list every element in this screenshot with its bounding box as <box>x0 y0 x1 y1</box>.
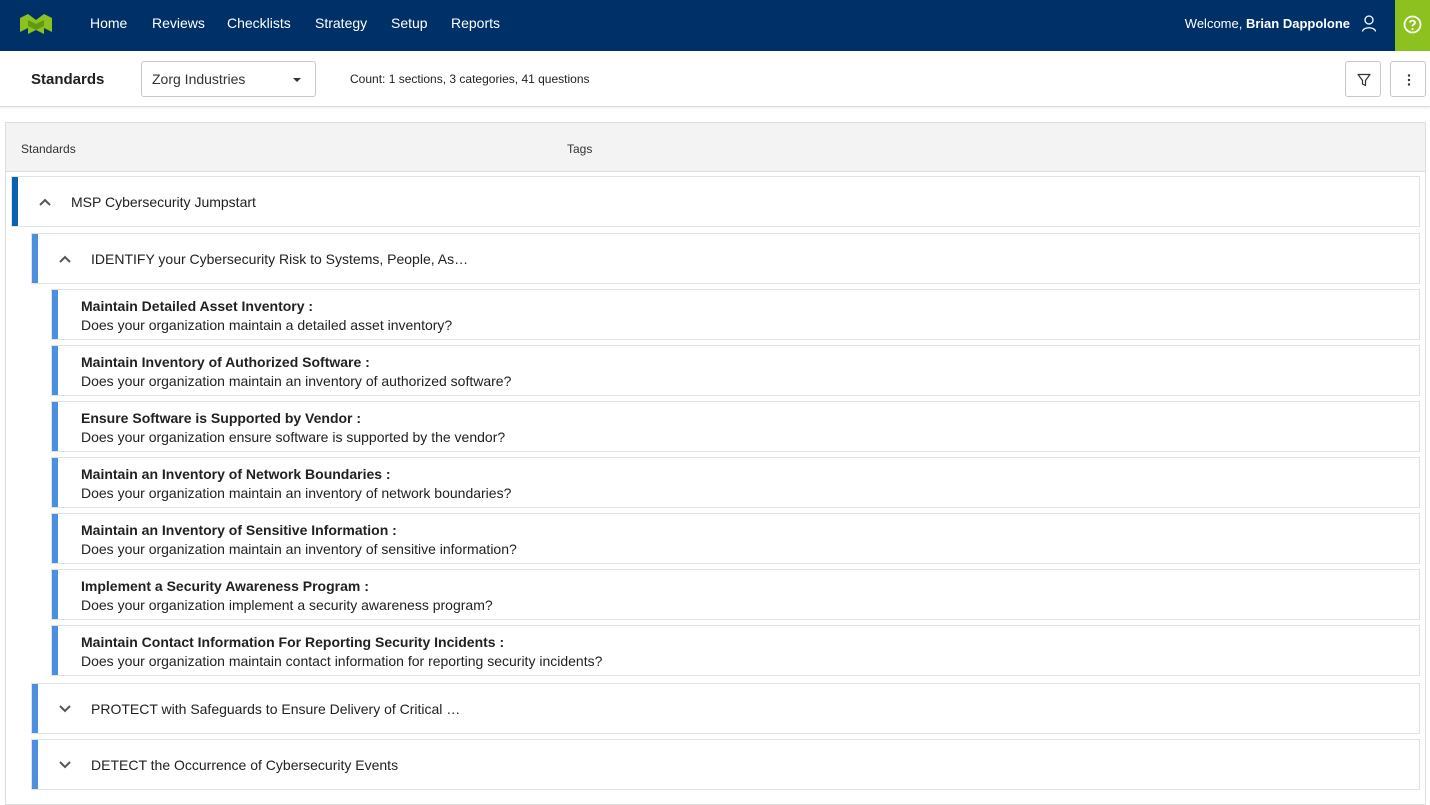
nav-home[interactable]: Home <box>90 15 127 31</box>
section-label: MSP Cybersecurity Jumpstart <box>71 194 256 210</box>
caret-down-icon <box>293 78 301 82</box>
question-indicator <box>52 290 58 339</box>
top-navigation-bar: Home Reviews Checklists Strategy Setup R… <box>0 0 1430 51</box>
question-text: Does your organization ensure software i… <box>81 429 506 445</box>
question-row[interactable]: Maintain an Inventory of Sensitive Infor… <box>51 513 1420 564</box>
question-title: Maintain an Inventory of Network Boundar… <box>81 466 391 482</box>
category-label: DETECT the Occurrence of Cybersecurity E… <box>91 757 399 773</box>
question-title: Maintain Inventory of Authorized Softwar… <box>81 354 370 370</box>
client-select[interactable]: Zorg Industries <box>141 61 316 97</box>
category-label: IDENTIFY your Cybersecurity Risk to Syst… <box>91 251 469 267</box>
nav-checklists[interactable]: Checklists <box>227 15 291 31</box>
help-button[interactable] <box>1395 0 1430 51</box>
more-options-button[interactable] <box>1390 61 1426 97</box>
question-indicator <box>52 402 58 451</box>
category-label: PROTECT with Safeguards to Ensure Delive… <box>91 701 461 717</box>
chevron-down-icon[interactable] <box>58 704 72 714</box>
question-title: Maintain an Inventory of Sensitive Infor… <box>81 522 397 538</box>
page-toolbar: Standards Zorg Industries Count: 1 secti… <box>0 51 1430 107</box>
count-label: Count: <box>350 72 386 86</box>
section-indicator <box>12 177 18 226</box>
user-name[interactable]: Brian Dappolone <box>1246 16 1350 31</box>
page-title: Standards <box>31 71 105 88</box>
table-header: Standards Tags <box>6 123 1425 172</box>
column-header-tags[interactable]: Tags <box>567 142 592 156</box>
question-title: Maintain Detailed Asset Inventory : <box>81 298 314 314</box>
column-header-standards[interactable]: Standards <box>21 142 76 156</box>
category-row[interactable]: IDENTIFY your Cybersecurity Risk to Syst… <box>31 233 1420 284</box>
chevron-up-icon[interactable] <box>38 197 52 207</box>
nav-reports[interactable]: Reports <box>451 15 500 31</box>
question-indicator <box>52 514 58 563</box>
count-value: 1 sections, 3 categories, 41 questions <box>388 72 590 86</box>
help-icon <box>1403 15 1422 34</box>
question-row[interactable]: Maintain Contact Information For Reporti… <box>51 625 1420 676</box>
more-vertical-icon <box>1407 74 1411 86</box>
question-text: Does your organization implement a secur… <box>81 597 493 613</box>
category-indicator <box>32 234 38 283</box>
question-row[interactable]: Ensure Software is Supported by Vendor :… <box>51 401 1420 452</box>
question-row[interactable]: Maintain Detailed Asset Inventory : Does… <box>51 289 1420 340</box>
question-text: Does your organization maintain an inven… <box>81 373 512 389</box>
question-text: Does your organization maintain contact … <box>81 653 603 669</box>
question-indicator <box>52 626 58 675</box>
welcome-prefix: Welcome, <box>1184 16 1243 31</box>
user-icon[interactable] <box>1361 15 1377 32</box>
category-indicator <box>32 684 38 733</box>
filter-button[interactable] <box>1345 61 1381 97</box>
nav-strategy[interactable]: Strategy <box>315 15 367 31</box>
category-indicator <box>32 740 38 789</box>
question-indicator <box>52 458 58 507</box>
filter-icon <box>1357 73 1371 87</box>
count-summary: Count: 1 sections, 3 categories, 41 ques… <box>350 72 590 86</box>
category-row[interactable]: DETECT the Occurrence of Cybersecurity E… <box>31 739 1420 790</box>
chevron-down-icon[interactable] <box>58 760 72 770</box>
nav-reviews[interactable]: Reviews <box>152 15 205 31</box>
question-row[interactable]: Implement a Security Awareness Program :… <box>51 569 1420 620</box>
question-indicator <box>52 570 58 619</box>
question-text: Does your organization maintain an inven… <box>81 485 512 501</box>
question-indicator <box>52 346 58 395</box>
question-row[interactable]: Maintain an Inventory of Network Boundar… <box>51 457 1420 508</box>
chevron-up-icon[interactable] <box>58 254 72 264</box>
question-title: Implement a Security Awareness Program : <box>81 578 369 594</box>
question-text: Does your organization maintain a detail… <box>81 317 453 333</box>
question-title: Ensure Software is Supported by Vendor : <box>81 410 362 426</box>
welcome-message: Welcome, Brian Dappolone <box>1185 16 1350 32</box>
section-row[interactable]: MSP Cybersecurity Jumpstart <box>11 176 1420 227</box>
question-row[interactable]: Maintain Inventory of Authorized Softwar… <box>51 345 1420 396</box>
nav-setup[interactable]: Setup <box>391 15 428 31</box>
question-text: Does your organization maintain an inven… <box>81 541 517 557</box>
question-title: Maintain Contact Information For Reporti… <box>81 634 505 650</box>
company-logo-icon[interactable] <box>18 12 54 36</box>
category-row[interactable]: PROTECT with Safeguards to Ensure Delive… <box>31 683 1420 734</box>
client-select-value: Zorg Industries <box>152 71 246 87</box>
